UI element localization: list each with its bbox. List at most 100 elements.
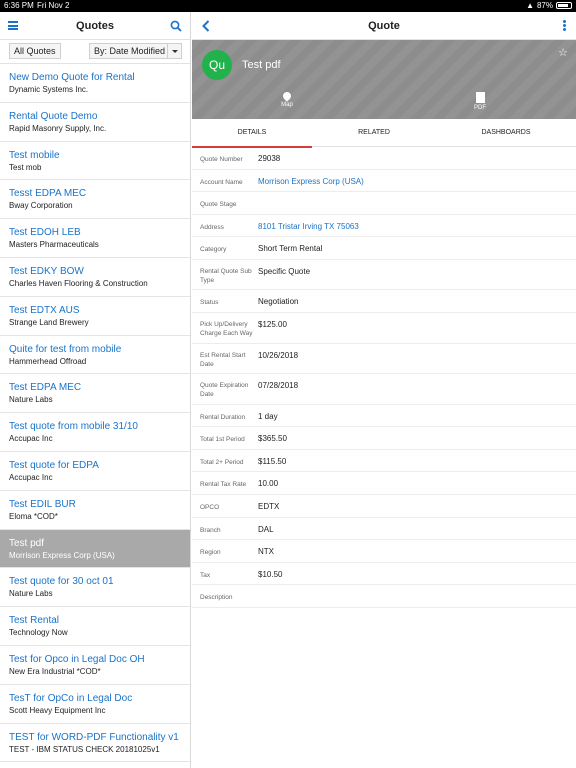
field-quote-number: Quote Number 29038	[192, 147, 576, 170]
wifi-icon: ▲	[526, 1, 534, 10]
list-item-title: TEST for WORD-PDF Functionality v1	[9, 731, 179, 743]
field-account-name: Account Name Morrison Express Corp (USA)	[192, 170, 576, 193]
list-item[interactable]: Test Rental Technology Now	[0, 607, 190, 646]
chevron-down-icon[interactable]	[167, 44, 181, 58]
sort-dropdown[interactable]: By: Date Modified	[89, 43, 182, 59]
address-link[interactable]: 8101 Tristar Irving TX 75063	[258, 222, 359, 232]
detail-title: Quote	[368, 20, 400, 32]
field-description: Description	[192, 585, 576, 608]
list-item-subtitle: Eloma *COD*	[9, 511, 58, 521]
list-item-title: TesT for OpCo in Legal Doc	[9, 692, 133, 704]
list-item-title: Test pdf	[9, 537, 45, 549]
field-value: Short Term Rental	[258, 244, 323, 254]
more-options-icon[interactable]	[563, 20, 567, 32]
battery-fill	[558, 4, 569, 7]
list-item[interactable]: New Demo Quote for Rental Dynamic Systems…	[0, 64, 190, 103]
list-item-title: Test EDTX AUS	[9, 304, 80, 316]
details-fields: Quote Number 29038 Account Name Morrison…	[192, 147, 576, 608]
detail-header: Quote	[192, 12, 576, 40]
list-item-title: Test quote from mobile 31/10	[9, 421, 138, 433]
status-time: 6:36 PM	[4, 1, 34, 10]
field-label: Total 2+ Period	[200, 458, 244, 466]
list-item-title: Test quote for EDPA	[9, 459, 99, 471]
map-action-button[interactable]: Map	[272, 90, 302, 108]
field-address: Address 8101 Tristar Irving TX 75063	[192, 215, 576, 238]
field-status: Status Negotiation	[192, 290, 576, 314]
field-label: Status	[200, 299, 219, 307]
list-item-title: Quite for test from mobile	[9, 343, 122, 355]
all-quotes-filter-button[interactable]: All Quotes	[9, 43, 61, 59]
list-item-subtitle: Bway Corporation	[9, 201, 73, 211]
field-category: Category Short Term Rental	[192, 237, 576, 260]
quotes-list-panel: Quotes All Quotes By: Date Modified New …	[0, 12, 191, 768]
list-item-subtitle: TEST - IBM STATUS CHECK 20181025v1	[9, 744, 160, 754]
list-item[interactable]: TEST for WORD-PDF Functionality v1 TEST -…	[0, 724, 190, 763]
tab-related[interactable]: RELATED	[312, 119, 436, 147]
list-item-subtitle: Strange Land Brewery	[9, 317, 89, 327]
list-item[interactable]: Test quote from mobile 31/10 Accupac Inc	[0, 413, 190, 452]
field-label: Account Name	[200, 178, 243, 186]
account-name-link[interactable]: Morrison Express Corp (USA)	[258, 177, 364, 187]
list-header: Quotes	[0, 12, 190, 40]
list-item-subtitle: Hammerhead Offroad	[9, 356, 87, 366]
list-item-subtitle: Technology Now	[9, 628, 68, 638]
list-item[interactable]: Test EDPA MEC Nature Labs	[0, 374, 190, 414]
field-branch: Branch DAL	[192, 518, 576, 541]
field-value: Specific Quote	[258, 266, 311, 276]
status-bar: 6:36 PM Fri Nov 2 ▲ 87%	[0, 0, 576, 12]
list-item-title: Test for Opco in Legal Doc OH	[9, 653, 145, 665]
field-value: NTX	[258, 547, 274, 557]
list-item-title: Test EDIL BUR	[9, 498, 76, 510]
battery-icon	[556, 2, 572, 9]
list-item[interactable]: TesT for OpCo in Legal Doc Scott Heavy Eq…	[0, 685, 190, 724]
field-rental-duration: Rental Duration 1 day	[192, 405, 576, 428]
field-sub-type: Rental Quote Sub Type Specific Quote	[192, 260, 576, 291]
filter-bar: All Quotes By: Date Modified	[0, 40, 190, 64]
list-item[interactable]: Test mobile Test mob	[0, 142, 190, 181]
list-item-title: Test Rental	[9, 615, 60, 627]
list-item[interactable]: Test quote for 30 oct 01 Nature Labs	[0, 568, 190, 608]
list-item[interactable]: Test EDOH LEB Masters Pharmaceuticals	[0, 219, 190, 258]
list-item[interactable]: Test EDTX AUS Strange Land Brewery	[0, 297, 190, 336]
field-tax: Tax $10.50	[192, 563, 576, 586]
list-item[interactable]: Test EDIL BUR Eloma *COD*	[0, 491, 190, 530]
list-item-subtitle: Morrison Express Corp (USA)	[9, 550, 115, 560]
tab-details[interactable]: DETAILS	[192, 119, 312, 148]
pdf-action-button[interactable]: PDF	[465, 92, 495, 111]
field-label: Tax	[200, 571, 211, 579]
list-item[interactable]: Test pdf Morrison Express Corp (USA)	[0, 529, 190, 569]
field-value: 1 day	[258, 411, 278, 421]
list-item-subtitle: Charles Haven Flooring & Construction	[9, 278, 148, 288]
list-item-subtitle: Accupac Inc	[9, 434, 53, 444]
field-label: Rental Tax Rate	[200, 481, 247, 489]
list-item[interactable]: Test for Opco in Legal Doc OH New Era Ind…	[0, 646, 190, 685]
field-label: Region	[200, 549, 221, 557]
field-value: 10/26/2018	[258, 350, 299, 360]
tab-dashboards[interactable]: DASHBOARDS	[436, 119, 576, 147]
field-value: EDTX	[258, 501, 280, 511]
list-item[interactable]: Rental Quote Demo Rapid Masonry Supply, I…	[0, 103, 190, 142]
list-item[interactable]: Test EDKY BOW Charles Haven Flooring & Co…	[0, 258, 190, 297]
star-icon[interactable]: ☆	[558, 46, 568, 59]
list-item-subtitle: New Era Industrial *COD*	[9, 666, 101, 676]
map-pin-icon	[281, 90, 293, 102]
list-item[interactable]: Tesst EDPA MEC Bway Corporation	[0, 180, 190, 220]
list-item-subtitle: Test mob	[9, 162, 42, 172]
map-action-label: Map	[281, 102, 293, 108]
list-item-title: Test quote for 30 oct 01	[9, 576, 114, 588]
list-item-title: Test mobile	[9, 149, 60, 161]
list-item[interactable]: Quite for test from mobile Hammerhead Off…	[0, 336, 190, 375]
list-item-title: Rental Quote Demo	[9, 110, 98, 122]
field-total-1st-period: Total 1st Period $365.50	[192, 427, 576, 450]
avatar: Qu	[202, 50, 232, 80]
field-total-2plus-period: Total 2+ Period $115.50	[192, 450, 576, 473]
status-date: Fri Nov 2	[37, 1, 70, 10]
battery-percent: 87%	[536, 1, 553, 10]
field-label: Quote Number	[200, 156, 243, 163]
list-item-subtitle: Accupac Inc	[9, 472, 53, 482]
list-item[interactable]: Test quote for EDPA Accupac Inc	[0, 452, 190, 491]
field-value: 07/28/2018	[258, 381, 299, 391]
field-label: Pick Up/Delivery Charge Each Way	[200, 321, 253, 338]
search-icon[interactable]	[170, 20, 182, 32]
field-value: 10.00	[258, 479, 279, 489]
